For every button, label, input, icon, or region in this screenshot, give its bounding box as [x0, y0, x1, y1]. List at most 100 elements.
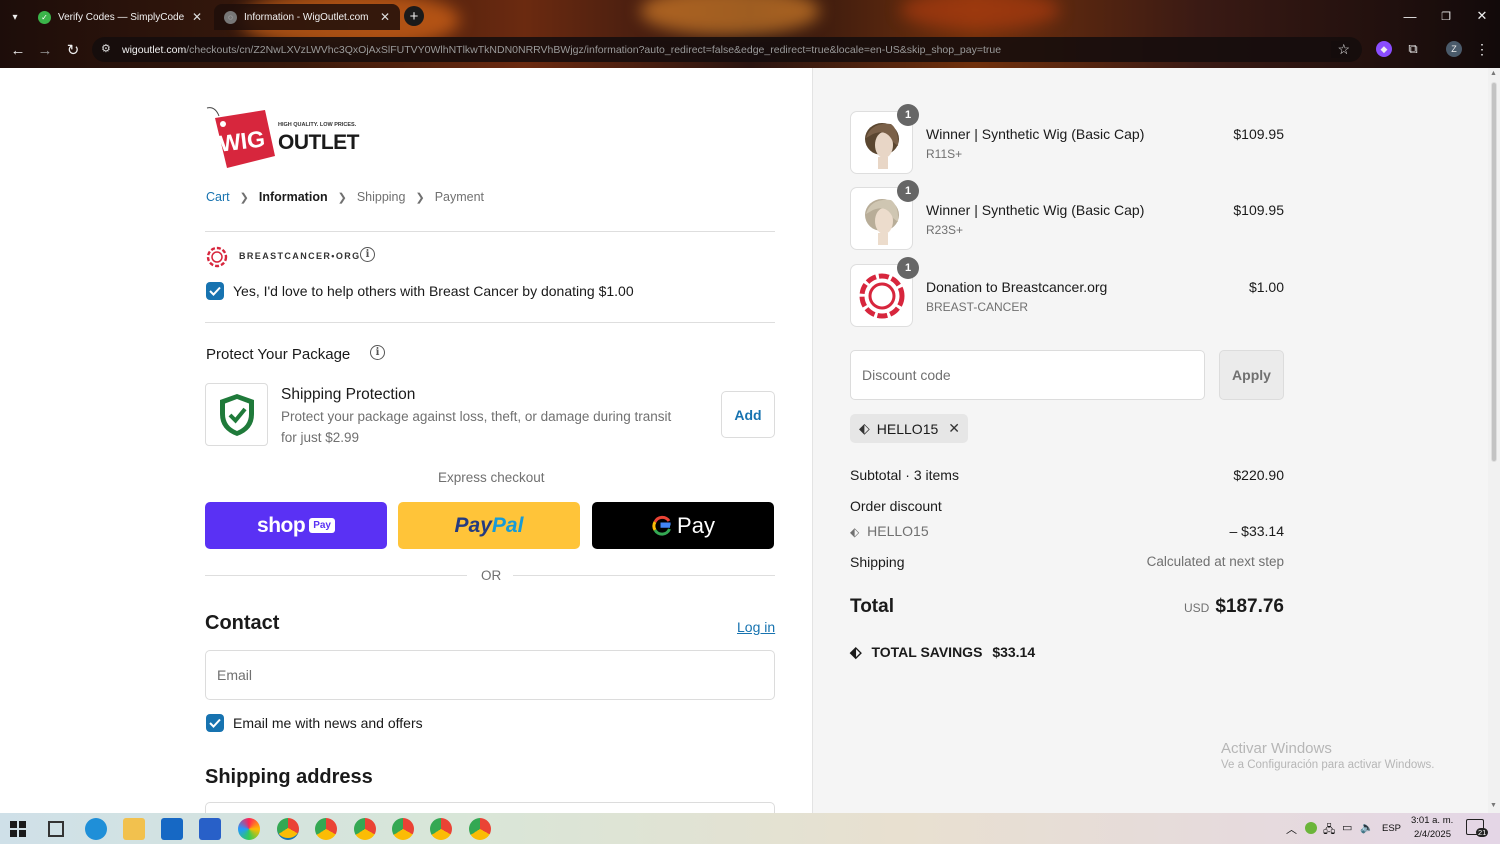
tag-icon: ⬖: [850, 644, 862, 661]
chrome-icon[interactable]: [315, 818, 337, 840]
close-tab-icon[interactable]: ✕: [192, 10, 202, 24]
file-explorer-icon[interactable]: [123, 818, 145, 840]
volume-icon[interactable]: 🔈: [1360, 821, 1374, 834]
clock-time[interactable]: 3:01 a. m.: [1411, 815, 1453, 826]
chevron-right-icon: ❯: [239, 191, 249, 204]
order-summary: 1 Winner | Synthetic Wig (Basic Cap) R11…: [812, 68, 1488, 813]
restore-icon[interactable]: ❐: [1438, 8, 1454, 24]
news-checkbox[interactable]: [206, 714, 224, 732]
extensions-puzzle-icon[interactable]: ⧉: [1404, 40, 1422, 58]
donation-checkbox[interactable]: [206, 282, 224, 300]
item-price: $109.95: [1233, 202, 1284, 218]
divider: [205, 575, 467, 576]
wigoutlet-logo[interactable]: WIG OUTLET HIGH QUALITY. LOW PRICES.: [205, 106, 365, 172]
info-icon[interactable]: i: [360, 247, 375, 262]
total-amount: USD $187.76: [1184, 596, 1284, 618]
google-pay-label: Pay: [677, 512, 715, 538]
url-path: /checkouts/cn/Z2NwLXVzLWVhc3QxOjAxSlFUTV…: [186, 43, 1002, 56]
globe-favicon-icon: ◌: [224, 10, 237, 24]
tag-icon: ⬖: [850, 525, 860, 539]
address-bar[interactable]: ⚙ wigoutlet.com/checkouts/cn/Z2NwLXVzLWV…: [92, 37, 1362, 62]
google-pay-button[interactable]: Pay: [592, 502, 774, 549]
shield-check-icon: [219, 393, 254, 436]
quantity-badge: 1: [897, 180, 919, 202]
profile-avatar[interactable]: Z: [1446, 41, 1462, 57]
discount-code: HELLO15: [867, 523, 929, 539]
protection-desc-line1: Protect your package against loss, theft…: [281, 409, 672, 424]
chevron-right-icon: ❯: [337, 191, 347, 204]
paypal-button[interactable]: Pay Pal: [398, 502, 580, 549]
tab-search-icon[interactable]: ▾: [6, 8, 24, 26]
scroll-down-icon[interactable]: ▼: [1490, 802, 1497, 809]
email-field[interactable]: Email: [205, 650, 775, 700]
outlook-icon[interactable]: [161, 818, 183, 840]
discount-code-input[interactable]: Discount code: [850, 350, 1205, 400]
chrome-icon[interactable]: [430, 818, 452, 840]
donation-label[interactable]: Yes, I'd love to help others with Breast…: [233, 283, 634, 299]
protection-desc-line2: for just $2.99: [281, 430, 360, 445]
extension-icon[interactable]: ◆: [1376, 41, 1392, 57]
chrome-icon[interactable]: [277, 818, 299, 840]
clock-date[interactable]: 2/4/2025: [1414, 829, 1451, 840]
breadcrumb-information: Information: [258, 190, 328, 204]
subtotal-label: Subtotal · 3 items: [850, 467, 959, 483]
apply-discount-button[interactable]: Apply: [1219, 350, 1284, 400]
language-indicator[interactable]: ESP: [1382, 823, 1401, 834]
remove-code-icon[interactable]: ✕: [948, 420, 960, 437]
tray-app-icon[interactable]: [1305, 822, 1317, 834]
chevron-right-icon: ❯: [415, 191, 425, 204]
shop-pay-button[interactable]: shop Pay: [205, 502, 387, 549]
forward-icon[interactable]: →: [35, 40, 55, 60]
add-protection-button[interactable]: Add: [721, 391, 775, 438]
news-label[interactable]: Email me with news and offers: [233, 715, 423, 731]
tab-simplycodes[interactable]: ✓ Verify Codes — SimplyCodes ✕: [28, 4, 212, 30]
chrome-icon[interactable]: [469, 818, 491, 840]
discount-placeholder: Discount code: [862, 367, 951, 383]
network-icon[interactable]: 🖧: [1323, 821, 1335, 840]
close-window-icon[interactable]: ✕: [1474, 8, 1490, 24]
savings-label: TOTAL SAVINGS: [871, 644, 983, 660]
email-placeholder: Email: [217, 667, 253, 683]
login-link[interactable]: Log in: [737, 619, 775, 635]
tray-overflow-icon[interactable]: ︿: [1286, 821, 1297, 837]
scrollbar-thumb[interactable]: [1491, 82, 1497, 462]
copilot-icon[interactable]: [238, 818, 260, 840]
checkout-main: WIG OUTLET HIGH QUALITY. LOW PRICES. Car…: [0, 68, 812, 813]
close-tab-icon[interactable]: ✕: [380, 10, 390, 24]
store-icon[interactable]: [199, 818, 221, 840]
item-name: Winner | Synthetic Wig (Basic Cap): [926, 126, 1145, 142]
list-item: 1 Winner | Synthetic Wig (Basic Cap) R23…: [850, 180, 1284, 251]
item-variant: R11S+: [926, 147, 963, 161]
breastcancer-logo-icon: [206, 246, 228, 268]
task-view-icon[interactable]: [48, 821, 64, 837]
info-icon[interactable]: i: [370, 345, 385, 360]
breadcrumb-cart[interactable]: Cart: [206, 190, 230, 204]
chrome-icon[interactable]: [392, 818, 414, 840]
windows-start-icon[interactable]: [10, 821, 26, 837]
tab-title: Verify Codes — SimplyCodes: [58, 11, 184, 23]
shop-pay-badge: Pay: [309, 518, 335, 533]
reload-icon[interactable]: ↻: [63, 40, 83, 60]
chrome-icon[interactable]: [354, 818, 376, 840]
list-item: 1 Winner | Synthetic Wig (Basic Cap) R11…: [850, 104, 1284, 175]
scroll-up-icon[interactable]: ▲: [1490, 70, 1497, 77]
minimize-icon[interactable]: —: [1402, 8, 1418, 24]
shop-pay-label: shop: [257, 513, 306, 537]
back-icon[interactable]: ←: [8, 40, 28, 60]
page-scrollbar[interactable]: ▲ ▼: [1488, 68, 1500, 813]
shipping-label: Shipping: [850, 554, 905, 570]
list-item: 1 Donation to Breastcancer.org BREAST-CA…: [850, 257, 1284, 328]
battery-icon[interactable]: ▭: [1342, 821, 1352, 834]
site-info-icon[interactable]: ⚙: [101, 42, 111, 55]
new-tab-button[interactable]: +: [404, 6, 424, 26]
browser-menu-icon[interactable]: ⋮: [1475, 40, 1489, 58]
edge-icon[interactable]: [85, 818, 107, 840]
bookmark-star-icon[interactable]: ☆: [1331, 41, 1350, 58]
country-select[interactable]: [205, 802, 775, 813]
breadcrumb-shipping: Shipping: [356, 190, 406, 204]
logo-wig-text: WIG: [217, 125, 267, 157]
tab-wigoutlet[interactable]: ◌ Information - WigOutlet.com ✕: [214, 4, 400, 30]
logo-outlet-text: OUTLET: [278, 131, 360, 154]
shipping-row: Shipping Calculated at next step: [850, 554, 1284, 570]
windows-taskbar: ︿ 🖧 ▭ 🔈 ESP 3:01 a. m. 2/4/2025 21: [0, 813, 1500, 844]
